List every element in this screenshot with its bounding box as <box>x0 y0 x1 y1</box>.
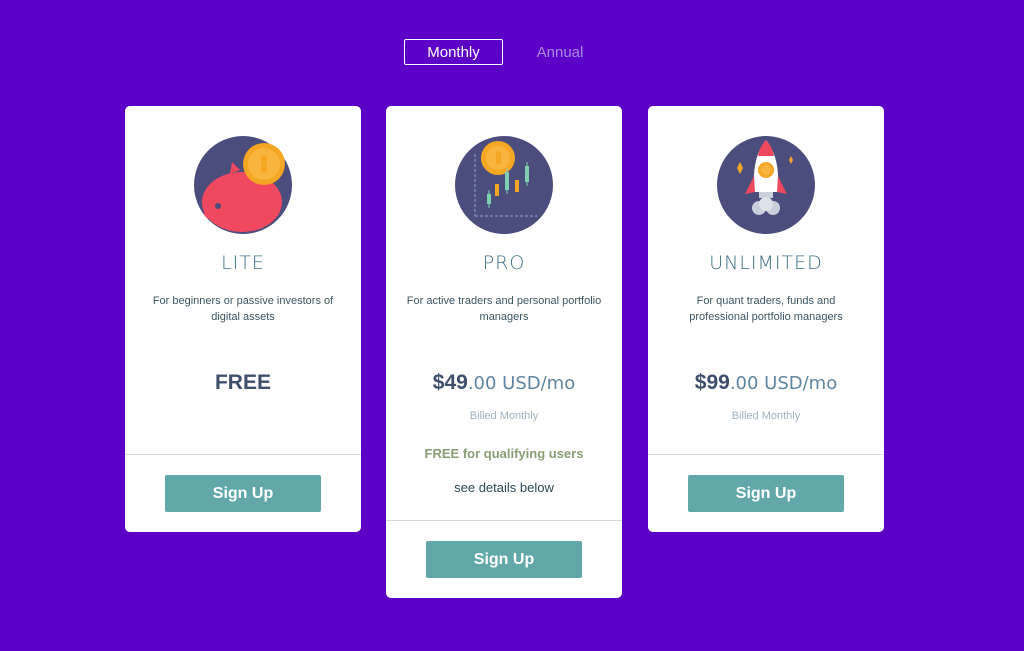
price-suffix: .00 USD/mo <box>467 373 576 394</box>
signup-button-pro[interactable]: Sign Up <box>426 541 582 578</box>
price-amount: $99 <box>694 371 730 394</box>
card-divider <box>648 454 884 455</box>
plan-card-lite: LITE For beginners or passive investors … <box>125 106 361 532</box>
card-divider <box>386 520 622 521</box>
plan-price: FREE <box>125 371 361 395</box>
plan-price: $49.00 USD/mo <box>386 371 622 395</box>
rocket-icon <box>717 136 815 234</box>
plan-name: PRO <box>482 252 526 274</box>
billing-toggle: Monthly Annual <box>404 39 585 65</box>
candlestick-chart-icon <box>455 136 553 234</box>
plan-description: For beginners or passive investors of di… <box>152 295 334 323</box>
monthly-toggle-button[interactable]: Monthly <box>404 39 503 65</box>
card-divider <box>125 454 361 455</box>
plan-name: UNLIMITED <box>709 252 823 274</box>
piggy-bank-icon <box>194 136 292 234</box>
plan-card-pro: PRO For active traders and personal port… <box>386 106 622 598</box>
signup-button-lite[interactable]: Sign Up <box>165 475 321 512</box>
billing-frequency: Billed Monthly <box>731 410 801 422</box>
billing-frequency: Billed Monthly <box>469 410 539 422</box>
plan-description: For quant traders, funds and professiona… <box>689 295 843 323</box>
plan-name: LITE <box>221 252 265 274</box>
annual-toggle-button[interactable]: Annual <box>535 39 585 65</box>
promo-text: FREE for qualifying users <box>424 446 584 461</box>
see-details-link[interactable]: see details below <box>386 480 622 495</box>
plan-card-unlimited: UNLIMITED For quant traders, funds and p… <box>648 106 884 532</box>
signup-button-unlimited[interactable]: Sign Up <box>688 475 844 512</box>
plan-price: $99.00 USD/mo <box>648 371 884 395</box>
price-suffix: .00 USD/mo <box>729 373 838 394</box>
price-amount: FREE <box>214 371 271 394</box>
price-amount: $49 <box>432 371 468 394</box>
plan-description: For active traders and personal portfoli… <box>406 295 602 323</box>
